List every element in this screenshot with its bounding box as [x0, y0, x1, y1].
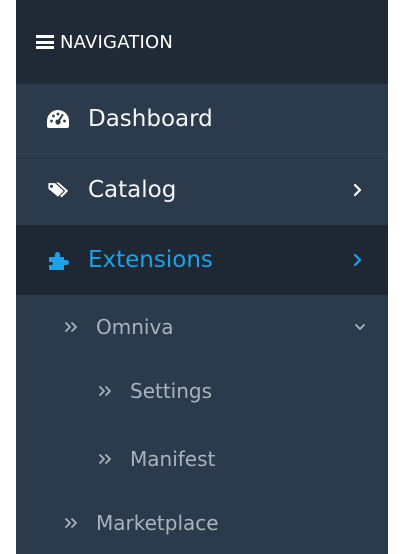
nav-item-catalog-label: Catalog	[88, 177, 177, 203]
nav-item-extensions[interactable]: Extensions	[16, 225, 388, 295]
dashboard-gauge-icon	[46, 107, 70, 131]
double-chevron-right-icon	[99, 454, 111, 464]
submenu-item-manifest-label: Manifest	[130, 447, 216, 471]
nav-item-dashboard[interactable]: Dashboard	[16, 84, 388, 154]
chevron-right-icon	[353, 183, 362, 197]
submenu-item-marketplace-label: Marketplace	[96, 510, 219, 535]
hamburger-menu-icon	[36, 35, 54, 49]
submenu-item-settings-label: Settings	[130, 379, 213, 403]
nav-item-dashboard-label: Dashboard	[88, 105, 213, 132]
chevron-right-icon	[353, 253, 362, 267]
nav-item-extensions-label: Extensions	[88, 247, 213, 273]
sidebar-navigation: NAVIGATION Dashboard Catalog Extensions …	[16, 0, 388, 554]
nav-header-label: NAVIGATION	[60, 31, 174, 53]
chevron-down-icon	[355, 324, 365, 330]
submenu-item-omniva-label: Omniva	[96, 315, 174, 339]
nav-item-catalog[interactable]: Catalog	[16, 155, 388, 225]
submenu-item-marketplace[interactable]: Marketplace	[16, 491, 388, 554]
nav-header[interactable]: NAVIGATION	[16, 0, 388, 84]
double-chevron-right-icon	[99, 386, 111, 396]
double-chevron-right-icon	[65, 322, 77, 332]
submenu-item-omniva[interactable]: Omniva	[16, 295, 388, 359]
submenu-item-settings[interactable]: Settings	[16, 359, 388, 423]
submenu-item-manifest[interactable]: Manifest	[16, 427, 388, 491]
puzzle-piece-icon	[46, 248, 70, 272]
double-chevron-right-icon	[65, 517, 77, 528]
tags-icon	[46, 178, 70, 202]
